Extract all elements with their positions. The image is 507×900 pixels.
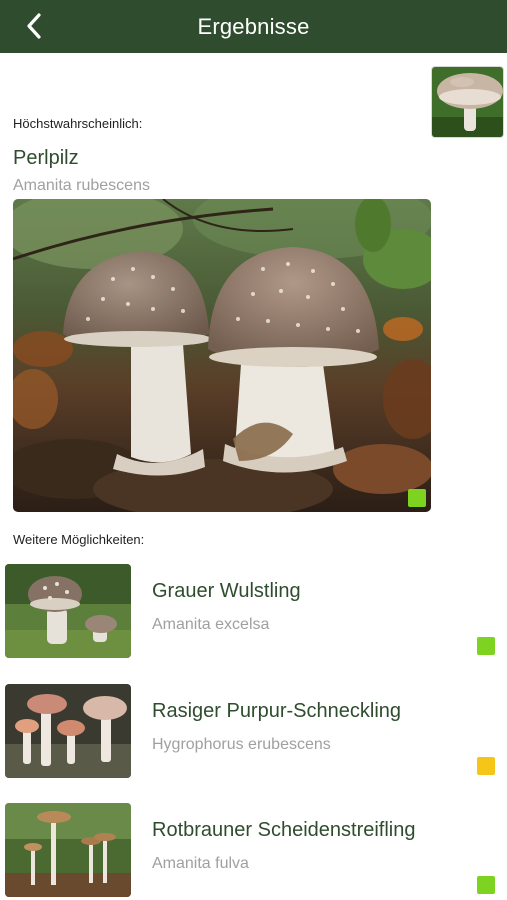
- list-item[interactable]: Grauer Wulstling Amanita excelsa: [0, 564, 507, 660]
- back-button[interactable]: [18, 10, 50, 42]
- result-status-indicator: [477, 757, 495, 775]
- result-thumbnail: [5, 564, 131, 658]
- chevron-left-icon: [27, 13, 41, 39]
- query-photo-thumbnail[interactable]: [431, 66, 504, 138]
- page-title: Ergebnisse: [197, 13, 310, 39]
- result-latin-name: Amanita excelsa: [152, 616, 270, 633]
- list-item[interactable]: Rasiger Purpur-Schneckling Hygrophorus e…: [0, 684, 507, 780]
- top-match-status-indicator: [408, 489, 426, 507]
- top-match-latin-name: Amanita rubescens: [13, 177, 150, 194]
- app-header: Ergebnisse: [0, 0, 507, 53]
- result-status-indicator: [477, 876, 495, 894]
- result-thumbnail: [5, 803, 131, 897]
- list-item[interactable]: Rotbrauner Scheidenstreifling Amanita fu…: [0, 803, 507, 899]
- result-name: Rotbrauner Scheidenstreifling: [152, 819, 416, 841]
- top-match-label: Höchstwahrscheinlich:: [13, 116, 143, 131]
- top-match-photo[interactable]: [13, 199, 431, 512]
- result-latin-name: Amanita fulva: [152, 855, 249, 872]
- more-possibilities-label: Weitere Möglichkeiten:: [13, 532, 145, 547]
- result-latin-name: Hygrophorus erubescens: [152, 736, 331, 753]
- result-name: Grauer Wulstling: [152, 580, 301, 602]
- result-name: Rasiger Purpur-Schneckling: [152, 700, 402, 722]
- result-status-indicator: [477, 637, 495, 655]
- result-thumbnail: [5, 684, 131, 778]
- top-match-name[interactable]: Perlpilz: [13, 147, 79, 170]
